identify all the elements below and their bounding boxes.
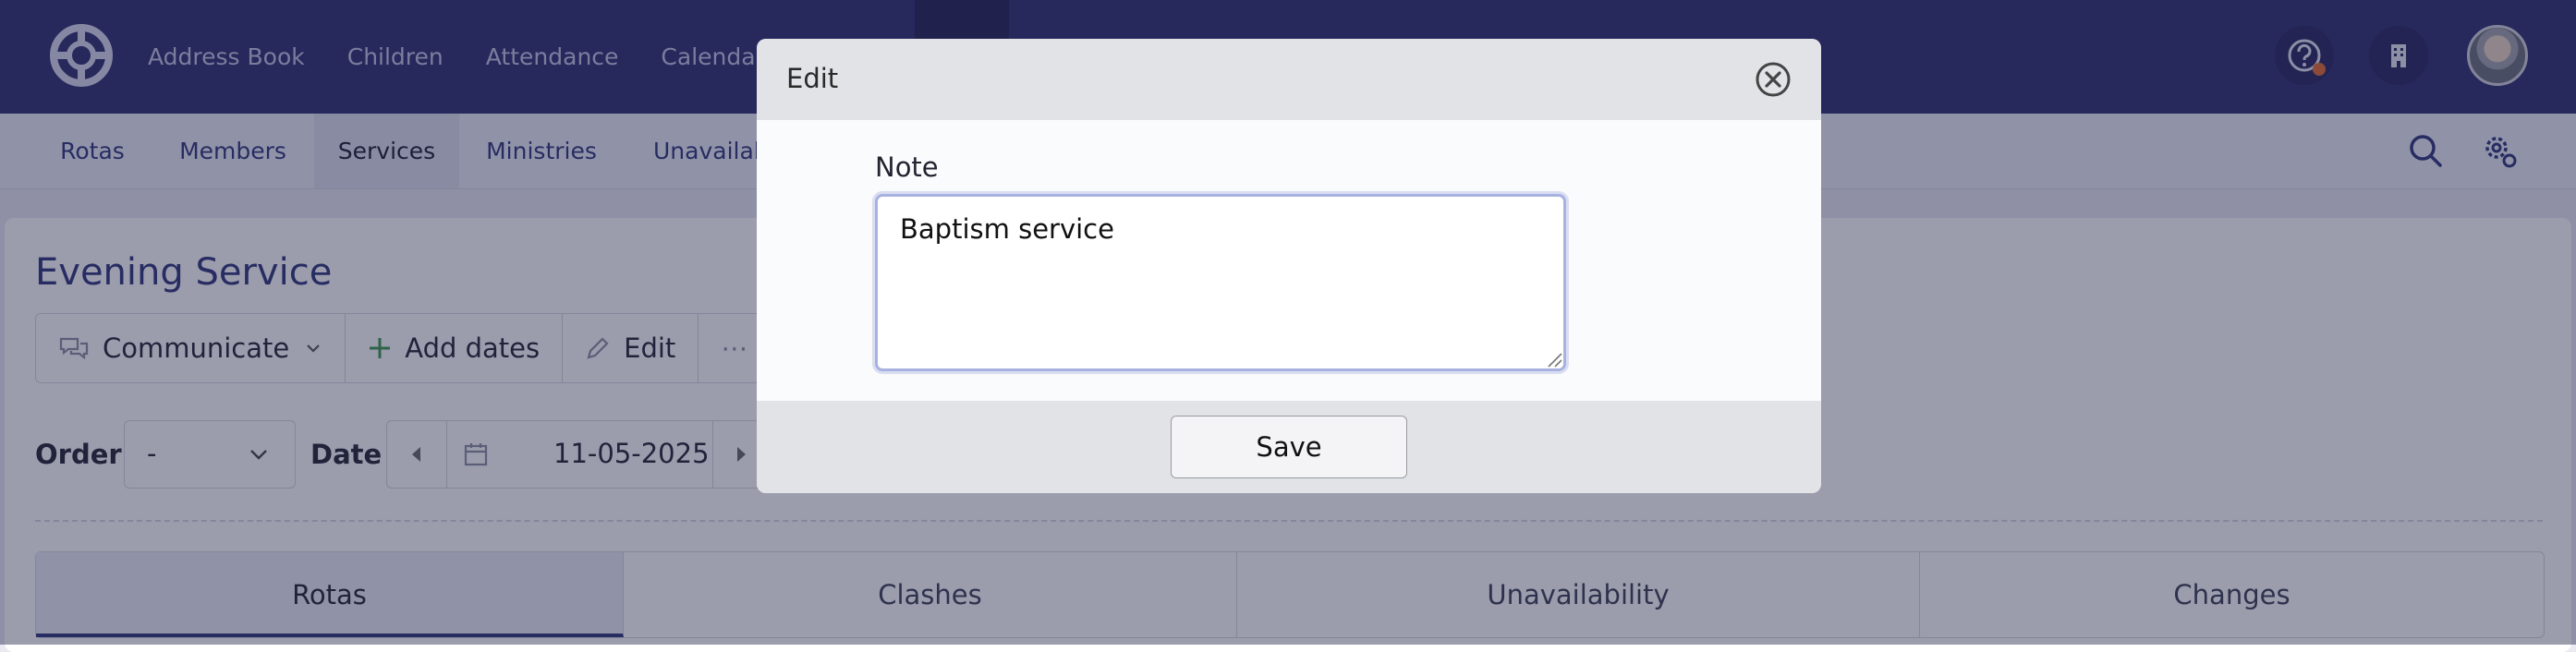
- save-button[interactable]: Save: [1171, 416, 1407, 478]
- edit-modal: Edit Note Baptism service Save: [757, 39, 1821, 493]
- modal-title: Edit: [786, 63, 839, 94]
- resize-handle-icon[interactable]: [1545, 350, 1563, 368]
- note-field-label: Note: [875, 151, 939, 183]
- modal-header: [757, 39, 1821, 120]
- note-textarea[interactable]: Baptism service: [875, 194, 1566, 371]
- close-icon[interactable]: [1753, 59, 1793, 100]
